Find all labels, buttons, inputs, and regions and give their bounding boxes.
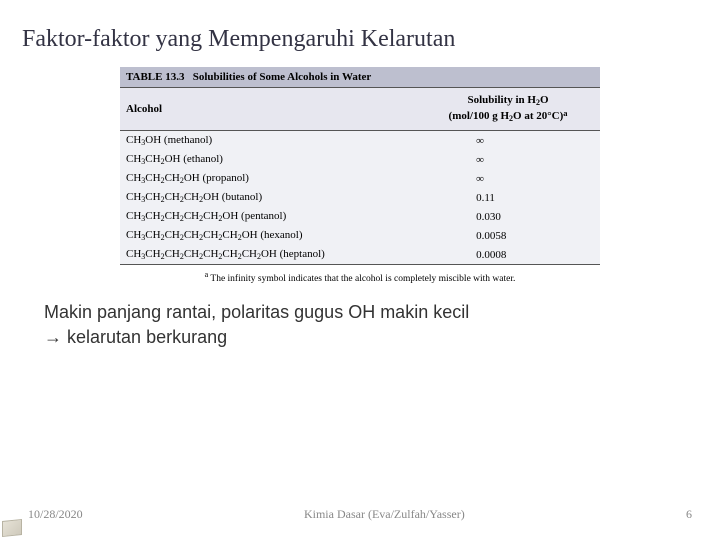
- col-header-alcohol: Alcohol: [120, 88, 416, 131]
- table-row: CH3CH2CH2CH2OH (butanol) 0.11: [120, 188, 600, 207]
- table-row: CH3CH2CH2OH (propanol) ∞: [120, 169, 600, 188]
- slide-footer: 10/28/2020 Kimia Dasar (Eva/Zulfah/Yasse…: [0, 507, 720, 522]
- solubility-table: TABLE 13.3 Solubilities of Some Alcohols…: [120, 67, 600, 286]
- table-row: CH3CH2CH2CH2CH2OH (pentanol) 0.030: [120, 207, 600, 226]
- table-row: CH3OH (methanol) ∞: [120, 131, 600, 151]
- footer-page: 6: [686, 507, 692, 522]
- col-header-solubility: Solubility in H2O (mol/100 g H2O at 20°C…: [416, 88, 600, 131]
- slide-title: Faktor-faktor yang Mempengaruhi Kelaruta…: [22, 26, 698, 53]
- footer-center: Kimia Dasar (Eva/Zulfah/Yasser): [83, 507, 686, 522]
- table-row: CH3CH2CH2CH2CH2CH2CH2OH (heptanol) 0.000…: [120, 245, 600, 265]
- table-footnote: a The infinity symbol indicates that the…: [120, 265, 600, 286]
- page-curl-icon: [0, 512, 40, 540]
- table-caption: TABLE 13.3 Solubilities of Some Alcohols…: [120, 67, 600, 88]
- table-row: CH3CH2OH (ethanol) ∞: [120, 150, 600, 169]
- table-row: CH3CH2CH2CH2CH2CH2OH (hexanol) 0.0058: [120, 226, 600, 245]
- conclusion-text: Makin panjang rantai, polaritas gugus OH…: [44, 300, 676, 350]
